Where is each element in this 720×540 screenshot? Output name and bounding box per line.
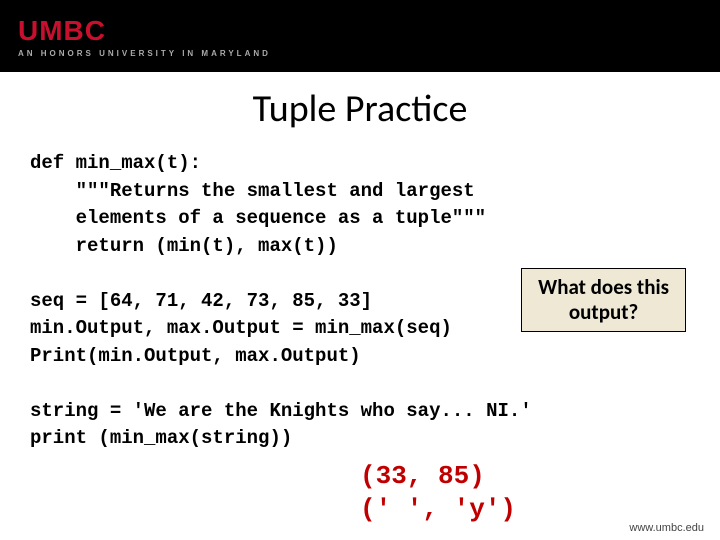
logo-subtitle: AN HONORS UNIVERSITY IN MARYLAND: [18, 49, 271, 58]
header-bar: UMBC AN HONORS UNIVERSITY IN MARYLAND: [0, 0, 720, 72]
footer-url: www.umbc.edu: [629, 522, 704, 534]
answer-line2: (' ', 'y'): [360, 493, 516, 526]
question-callout: What does this output?: [521, 268, 686, 332]
callout-line2: output?: [538, 300, 669, 325]
logo: UMBC AN HONORS UNIVERSITY IN MARYLAND: [18, 15, 271, 58]
answer-line1: (33, 85): [360, 460, 516, 493]
logo-red: UMBC: [18, 15, 106, 46]
logo-text: UMBC: [18, 15, 271, 47]
slide-title: Tuple Practice: [30, 86, 690, 132]
answer-text: (33, 85) (' ', 'y'): [360, 460, 516, 525]
callout-line1: What does this: [538, 275, 669, 300]
